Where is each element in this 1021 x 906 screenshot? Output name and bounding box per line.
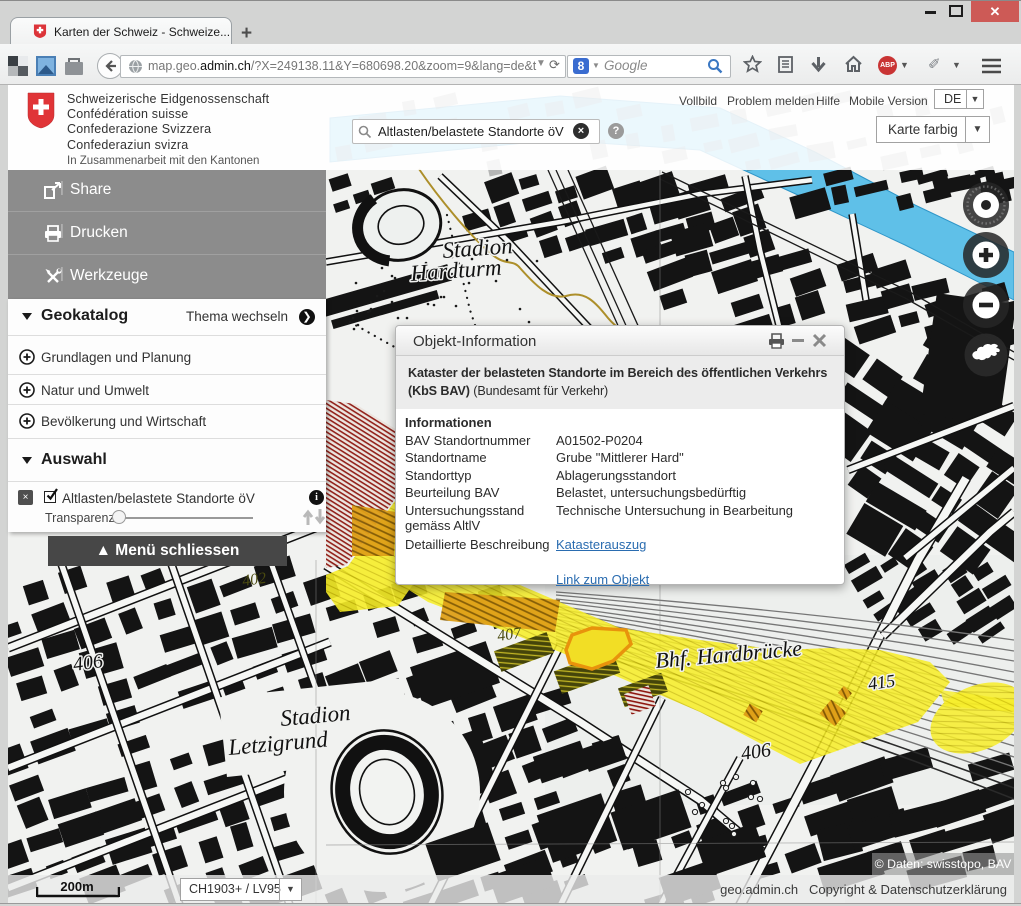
svg-text:402: 402 (241, 570, 267, 590)
svg-text:407: 407 (496, 625, 523, 645)
svg-text:415: 415 (867, 670, 897, 694)
svg-text:406: 406 (72, 650, 105, 676)
svg-text:406: 406 (740, 739, 773, 765)
